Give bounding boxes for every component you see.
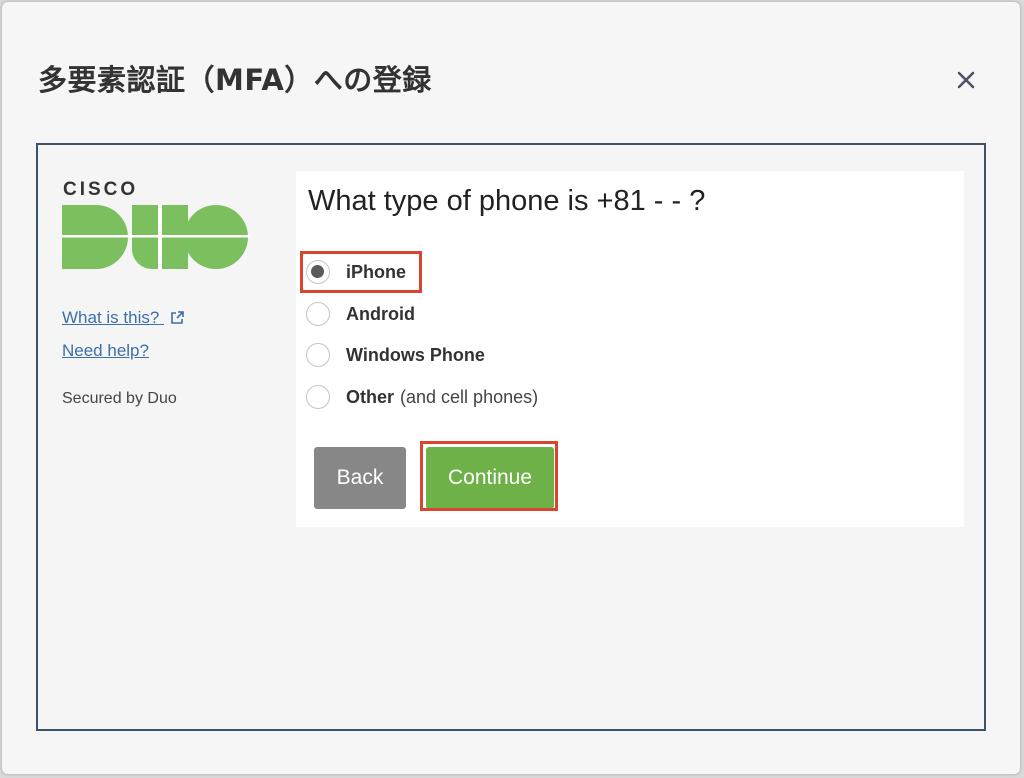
what-is-this-label: What is this? [62, 308, 160, 327]
option-other-label: Other (and cell phones) [346, 387, 538, 408]
mfa-enrollment-dialog: 多要素認証（MFA）への登録 CISCO What is this? Need … [2, 2, 1020, 774]
cisco-brand: CISCO [63, 179, 139, 200]
duo-sidebar: CISCO What is this? Need help? Secured b… [62, 179, 262, 407]
option-other[interactable]: Other (and cell phones) [306, 382, 538, 412]
dialog-title: 多要素認証（MFA）への登録 [38, 63, 432, 97]
option-other-main: Other [346, 386, 395, 407]
option-windows-phone[interactable]: Windows Phone [306, 340, 485, 370]
need-help-link[interactable]: Need help? [62, 340, 149, 362]
option-android[interactable]: Android [306, 299, 415, 329]
option-other-sub: (and cell phones) [400, 386, 539, 407]
duo-iframe: CISCO What is this? Need help? Secured b… [36, 143, 986, 731]
secured-by-text: Secured by Duo [62, 390, 177, 407]
continue-highlight-box [420, 441, 558, 511]
radio-other[interactable] [306, 385, 330, 409]
close-button[interactable] [950, 64, 982, 96]
radio-windows-phone[interactable] [306, 343, 330, 367]
phone-type-question: What type of phone is +81 - - ? [308, 185, 706, 217]
option-android-label: Android [346, 303, 415, 324]
what-is-this-link[interactable]: What is this? [62, 307, 184, 329]
duo-logo [62, 205, 250, 269]
option-windows-phone-label: Windows Phone [346, 344, 485, 365]
iphone-highlight-box [300, 251, 422, 293]
back-button[interactable]: Back [314, 447, 406, 509]
external-link-icon [171, 311, 184, 324]
radio-android[interactable] [306, 302, 330, 326]
phone-type-card: What type of phone is +81 - - ? iPhone A… [296, 171, 964, 527]
close-icon [957, 71, 975, 89]
